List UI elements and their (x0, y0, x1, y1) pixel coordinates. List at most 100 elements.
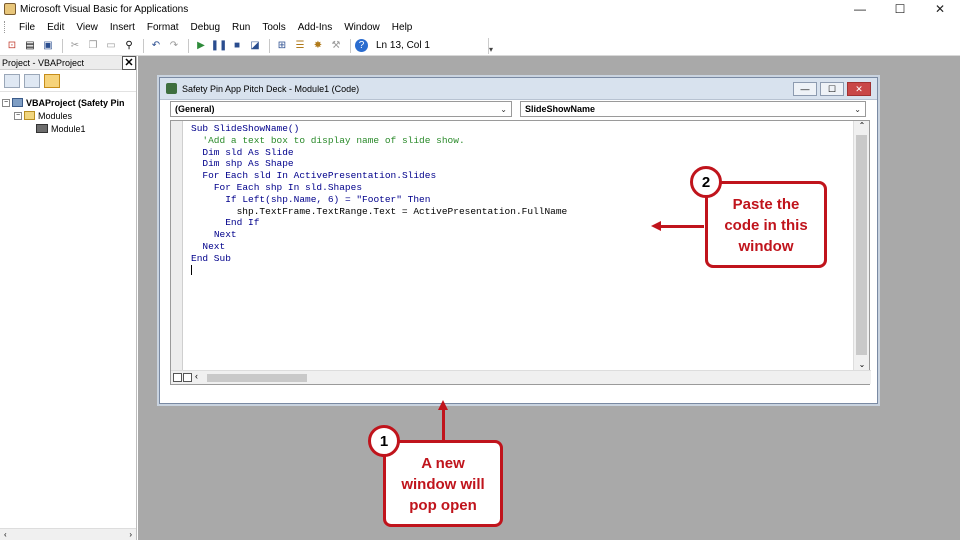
full-module-view-icon[interactable] (183, 373, 192, 382)
menu-tools[interactable]: Tools (256, 22, 291, 33)
code-line[interactable]: Dim shp As Shape (191, 158, 567, 170)
find-icon[interactable]: ⚲ (121, 38, 137, 54)
reset-icon[interactable]: ■ (229, 38, 245, 54)
menu-debug[interactable]: Debug (185, 22, 226, 33)
collapse-icon[interactable]: − (2, 98, 10, 107)
code-token: Dim shp As Shape (202, 158, 294, 170)
project-close-button[interactable]: ✕ (122, 55, 136, 70)
help-icon[interactable]: ? (355, 39, 368, 52)
tree-node-modules[interactable]: − Modules (2, 109, 134, 122)
chevron-down-icon[interactable]: ⌄ (854, 105, 861, 114)
toggle-folders-icon[interactable] (44, 73, 60, 88)
code-line[interactable]: shp.TextFrame.TextRange.Text = ActivePre… (191, 205, 568, 218)
object-browser-icon[interactable]: ✸ (310, 38, 326, 54)
redo-icon[interactable]: ↷ (166, 38, 182, 54)
menu-help[interactable]: Help (386, 22, 419, 33)
code-maximize-button[interactable]: ☐ (820, 82, 844, 96)
copy-icon[interactable]: ❐ (85, 38, 101, 54)
callout-2-line: code in this (724, 217, 808, 234)
vscroll-thumb[interactable] (856, 135, 867, 355)
minimize-button[interactable]: — (840, 0, 880, 18)
scroll-left-icon[interactable]: ‹ (195, 371, 198, 381)
vba-editor: Microsoft Visual Basic for Applications … (0, 0, 960, 540)
code-line-cursor[interactable] (191, 265, 567, 277)
project-icon (12, 98, 23, 107)
menu-window[interactable]: Window (338, 22, 386, 33)
code-line[interactable]: Next (191, 229, 567, 241)
procedure-view-icon[interactable] (173, 373, 182, 382)
chevron-down-icon[interactable]: ⌄ (500, 105, 507, 114)
code-text[interactable]: Sub SlideShowName() 'Add a text box to d… (191, 123, 567, 276)
code-line[interactable]: For Each sld In ActivePresentation.Slide… (191, 170, 567, 182)
callout-1-line: A new (421, 455, 465, 472)
cut-icon[interactable]: ✂ (67, 38, 83, 54)
code-line[interactable]: For Each shp In sld.Shapes (191, 182, 567, 194)
callout-2-line: window (738, 238, 794, 255)
design-mode-icon[interactable]: ◪ (247, 38, 263, 54)
scroll-up-icon[interactable]: ⌃ (854, 121, 870, 133)
hscroll-thumb[interactable] (207, 374, 307, 382)
insert-module-icon[interactable]: ▤ (22, 38, 38, 54)
code-window-icon (166, 83, 177, 94)
toolbox-icon[interactable]: ⚒ (328, 38, 344, 54)
callout-1-arrow (442, 409, 445, 441)
code-token: shp.TextFrame.TextRange.Text = ActivePre… (236, 205, 568, 217)
toolbar-separator (350, 38, 351, 53)
undo-icon[interactable]: ↶ (148, 38, 164, 54)
code-line[interactable]: If Left(shp.Name, 6) = "Footer" Then (191, 194, 567, 206)
code-minimize-button[interactable]: — (793, 82, 817, 96)
code-line[interactable]: Sub SlideShowName() (191, 123, 567, 135)
view-code-icon[interactable] (4, 73, 20, 88)
code-line[interactable]: 'Add a text box to display name of slide… (191, 135, 567, 147)
tree-node-project[interactable]: − VBAProject (Safety Pin (2, 96, 134, 109)
code-line[interactable]: End Sub (191, 253, 567, 265)
tree-node-module1[interactable]: Module1 (2, 122, 134, 135)
module-icon (36, 124, 48, 133)
menu-format[interactable]: Format (141, 22, 185, 33)
toolbar-options-icon[interactable]: ▾ (488, 38, 494, 54)
menu-run[interactable]: Run (226, 22, 256, 33)
code-token: For Each sld In ActivePresentation.Slide… (202, 170, 437, 182)
menu-edit[interactable]: Edit (41, 22, 70, 33)
view-host-app-icon[interactable]: ⊡ (4, 38, 20, 54)
code-window-titlebar[interactable]: Safety Pin App Pitch Deck - Module1 (Cod… (160, 78, 877, 100)
window-title: Microsoft Visual Basic for Applications (20, 3, 189, 15)
code-line[interactable]: Dim sld As Slide (191, 147, 567, 159)
procedure-dropdown[interactable]: SlideShowName ⌄ (520, 101, 866, 117)
code-hscrollbar[interactable]: ‹ (171, 370, 871, 384)
maximize-button[interactable]: ☐ (880, 0, 920, 18)
view-toggle (173, 373, 193, 383)
code-token: End If (225, 217, 260, 229)
code-close-button[interactable]: ✕ (847, 82, 871, 96)
code-token: If Left(shp.Name, 6) = "Footer" Then (225, 193, 431, 205)
code-line[interactable]: End If (191, 217, 567, 229)
code-combos: (General) ⌄ SlideShowName ⌄ (170, 101, 870, 119)
close-button[interactable]: ✕ (920, 0, 960, 18)
menu-grip[interactable] (4, 21, 7, 33)
run-icon[interactable]: ▶ (193, 38, 209, 54)
menu-add-ins[interactable]: Add-Ins (292, 22, 338, 33)
object-dropdown[interactable]: (General) ⌄ (170, 101, 512, 117)
margin-indicator-bar[interactable] (171, 121, 183, 372)
break-icon[interactable]: ❚❚ (211, 38, 228, 54)
code-vscrollbar[interactable]: ⌃ ⌄ (853, 121, 869, 372)
callout-1-badge: 1 (368, 425, 400, 457)
title-bar: Microsoft Visual Basic for Applications … (0, 0, 960, 18)
collapse-icon[interactable]: − (14, 111, 22, 120)
code-line[interactable]: Next (191, 241, 567, 253)
menu-file[interactable]: File (13, 22, 41, 33)
save-icon[interactable]: ▣ (40, 38, 56, 54)
scroll-right-icon[interactable]: › (129, 530, 132, 539)
view-object-icon[interactable] (24, 73, 40, 88)
toolbar-separator (143, 38, 144, 53)
code-token: Next (202, 240, 226, 252)
tree-label-modules: Modules (38, 110, 73, 121)
menu-insert[interactable]: Insert (104, 22, 141, 33)
paste-icon[interactable]: ▭ (103, 38, 119, 54)
scroll-left-icon[interactable]: ‹ (4, 530, 7, 539)
properties-window-icon[interactable]: ☰ (292, 38, 308, 54)
project-hscrollbar[interactable]: ‹ › (0, 528, 136, 540)
project-explorer-icon[interactable]: ⊞ (274, 38, 290, 54)
code-token: Next (213, 229, 237, 241)
menu-view[interactable]: View (70, 22, 104, 33)
